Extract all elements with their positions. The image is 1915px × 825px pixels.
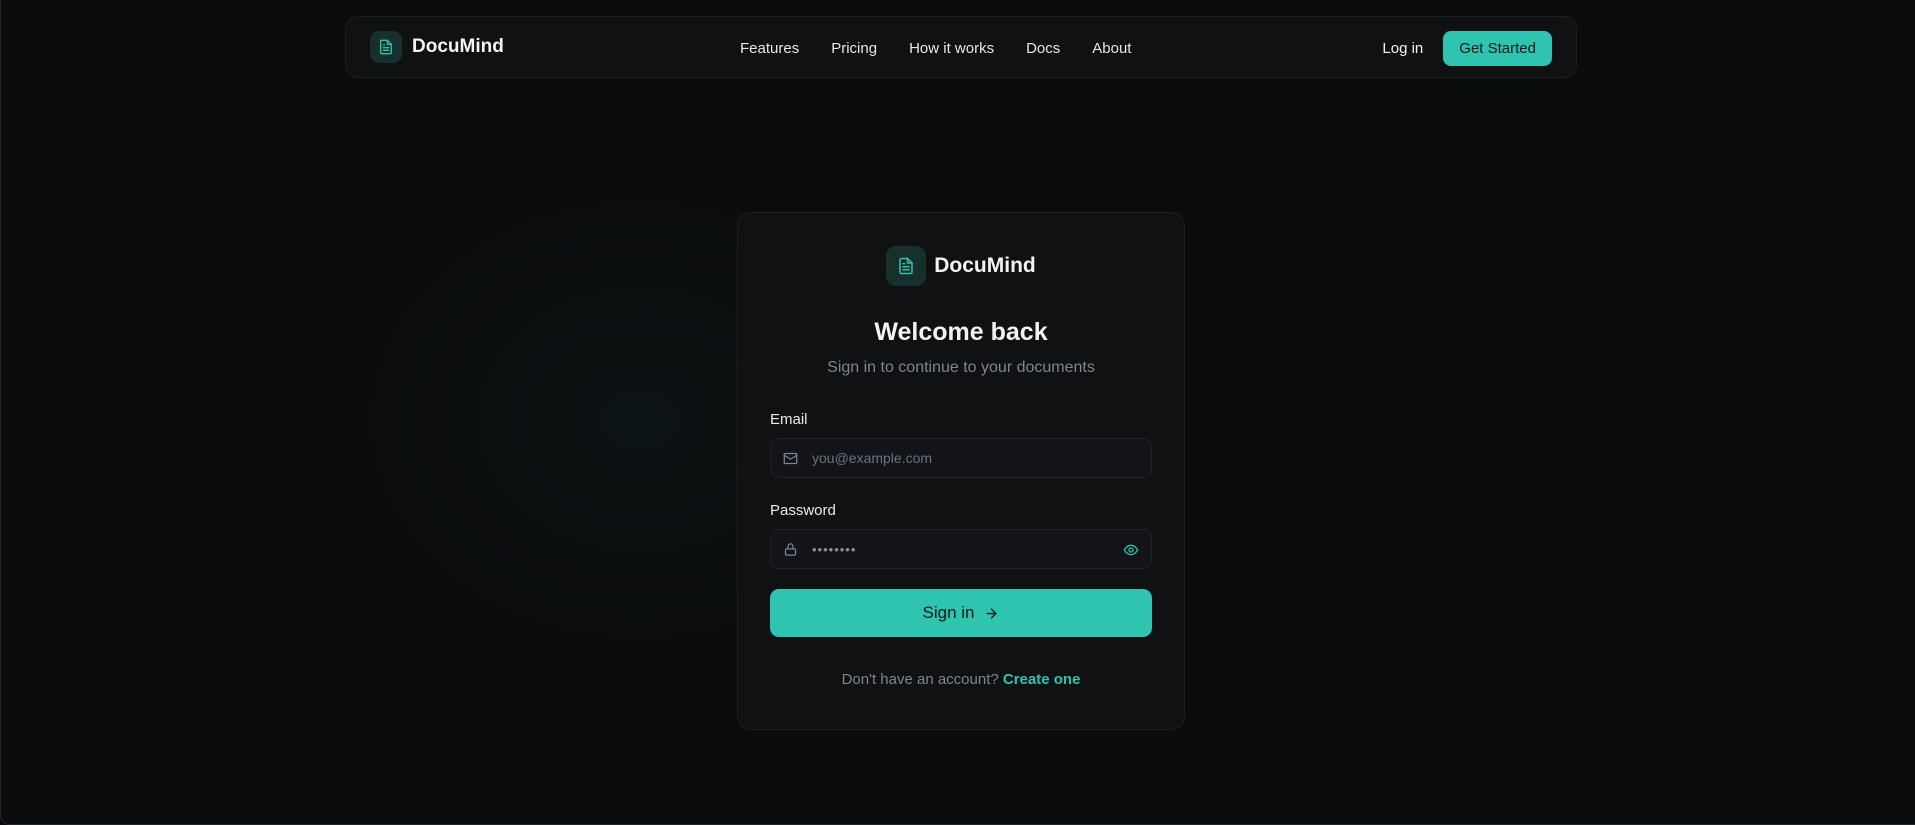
nav-link-pricing[interactable]: Pricing [831,40,877,57]
nav-links: Features Pricing How it works Docs About [740,17,1131,79]
page-subtitle: Sign in to continue to your documents [827,359,1095,376]
password-field[interactable]: •••••••• [812,542,856,557]
signup-prompt: Don't have an account? [841,671,999,688]
page: DocuMind Features Pricing How it works D… [0,0,1915,825]
nav-link-how-it-works[interactable]: How it works [909,40,994,57]
sign-in-label: Sign in [922,603,975,622]
sign-in-button[interactable]: Sign in [770,589,1152,637]
nav-link-docs[interactable]: Docs [1026,40,1060,57]
login-link[interactable]: Log in [1382,40,1423,57]
brand[interactable]: DocuMind [370,31,504,63]
document-icon [886,246,927,286]
nav-actions: Log in Get Started [1382,17,1552,79]
mail-icon [783,451,798,466]
document-icon [370,31,402,63]
brand-name: DocuMind [412,36,504,57]
email-label: Email [770,411,808,428]
nav-link-features[interactable]: Features [740,40,799,57]
nav-link-about[interactable]: About [1092,40,1131,57]
page-title: Welcome back [874,318,1048,346]
signup-row: Don't have an account? Create one [770,671,1152,688]
email-field-wrapper[interactable] [770,438,1152,478]
eye-icon[interactable] [1123,542,1139,558]
create-account-link[interactable]: Create one [1003,671,1081,688]
lock-icon [783,542,798,557]
arrow-right-icon [984,606,999,621]
email-field[interactable] [812,450,1112,466]
login-card: DocuMind Welcome back Sign in to continu… [737,212,1185,730]
password-label: Password [770,502,836,519]
top-navbar: DocuMind Features Pricing How it works D… [345,16,1577,78]
get-started-button[interactable]: Get Started [1443,30,1552,66]
password-field-wrapper[interactable]: •••••••• [770,529,1152,569]
card-brand: DocuMind [770,246,1152,286]
card-brand-name: DocuMind [934,254,1036,277]
